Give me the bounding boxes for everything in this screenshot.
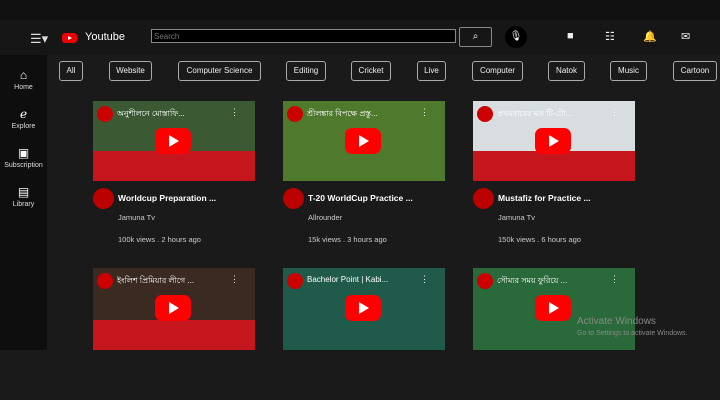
thumbnail-title: ইংলিশ প্রিমিয়ার লীগে ...	[117, 276, 195, 285]
channel-logo	[477, 273, 493, 289]
video-title[interactable]: Mustafiz for Practice ...	[498, 193, 591, 203]
sidebar-item-home[interactable]: ⌂ Home	[0, 68, 47, 91]
channel-logo	[97, 106, 113, 122]
video-card[interactable]: প্রথমবারের মত টি-টো... ⋮ Mustafiz for Pr…	[473, 101, 635, 244]
channel-name[interactable]: Jamuna Tv	[498, 213, 535, 222]
play-icon[interactable]	[535, 128, 571, 154]
chip-live[interactable]: Live	[417, 61, 446, 81]
chip-cartoon[interactable]: Cartoon	[673, 61, 717, 81]
play-icon[interactable]	[345, 295, 381, 321]
search-button[interactable]: ⌕	[459, 27, 492, 47]
thumbnail-banner	[473, 151, 635, 181]
thumbnail-title: Bachelor Point | Kabi...	[307, 275, 389, 284]
thumbnail-banner	[93, 320, 255, 350]
chip-cricket[interactable]: Cricket	[351, 61, 391, 81]
avatar[interactable]	[473, 188, 494, 209]
video-card[interactable]: সৌম্যর সময় ফুরিয়ে ... ⋮	[473, 268, 635, 350]
video-card[interactable]: অনুশীলনে মোস্তাফি... ⋮ Worldcup Preparat…	[93, 101, 255, 244]
video-card[interactable]: ইংলিশ প্রিমিয়ার লীগে ... ⋮	[93, 268, 255, 350]
channel-name[interactable]: Jamuna Tv	[118, 213, 155, 222]
bottom-area	[0, 350, 720, 400]
play-icon[interactable]	[155, 295, 191, 321]
mail-icon[interactable]: ✉	[681, 30, 690, 43]
more-options-icon[interactable]: ⋮	[610, 107, 619, 118]
sidebar: ⌂ Home ℯ Explore ▣ Subscription ▤ Library	[0, 55, 47, 350]
windows-watermark-title: Activate Windows	[577, 316, 656, 327]
channel-logo	[287, 273, 303, 289]
thumbnail-title: অনুশীলনে মোস্তাফি...	[117, 109, 185, 118]
chip-computer[interactable]: Computer	[472, 61, 523, 81]
avatar[interactable]	[283, 188, 304, 209]
sidebar-item-explore[interactable]: ℯ Explore	[0, 107, 47, 130]
brand-name[interactable]: Youtube	[85, 31, 125, 43]
video-thumbnail[interactable]: সৌম্যর সময় ফুরিয়ে ... ⋮	[473, 268, 635, 350]
sidebar-item-library[interactable]: ▤ Library	[0, 185, 47, 208]
video-title[interactable]: T-20 WorldCup Practice ...	[308, 193, 413, 203]
chip-computer-science[interactable]: Computer Science	[178, 61, 261, 81]
chip-website[interactable]: Website	[109, 61, 152, 81]
microphone-icon: 🎙	[509, 31, 523, 42]
channel-logo	[287, 106, 303, 122]
video-card[interactable]: Bachelor Point | Kabi... ⋮	[283, 268, 445, 350]
video-meta: 15k views . 3 hours ago	[308, 235, 387, 244]
more-options-icon[interactable]: ⋮	[420, 107, 429, 118]
play-icon[interactable]	[155, 128, 191, 154]
video-thumbnail[interactable]: ইংলিশ প্রিমিয়ার লীগে ... ⋮	[93, 268, 255, 350]
youtube-logo-icon[interactable]	[62, 33, 77, 43]
library-icon: ▤	[17, 185, 30, 199]
hamburger-menu-icon[interactable]: ☰▾	[30, 31, 48, 47]
subscription-icon: ▣	[17, 146, 30, 160]
explore-icon: ℯ	[19, 107, 28, 121]
play-icon[interactable]	[535, 295, 571, 321]
more-options-icon[interactable]: ⋮	[230, 107, 239, 118]
checklist-icon[interactable]: ☷	[605, 30, 615, 43]
channel-logo	[477, 106, 493, 122]
channel-name[interactable]: Allrounder	[308, 213, 342, 222]
play-icon[interactable]	[345, 128, 381, 154]
chip-music[interactable]: Music	[610, 61, 647, 81]
video-meta: 150k views . 6 hours ago	[498, 235, 581, 244]
video-thumbnail[interactable]: অনুশীলনে মোস্তাফি... ⋮	[93, 101, 255, 181]
home-icon: ⌂	[19, 68, 28, 82]
chip-editing[interactable]: Editing	[286, 61, 326, 81]
video-thumbnail[interactable]: প্রথমবারের মত টি-টো... ⋮	[473, 101, 635, 181]
video-card[interactable]: শ্রীলঙ্কার বিপক্ষে প্রস্তু... ⋮ T-20 Wor…	[283, 101, 445, 244]
microphone-button[interactable]: 🎙	[505, 26, 527, 48]
more-options-icon[interactable]: ⋮	[420, 274, 429, 285]
bell-icon[interactable]: 🔔	[643, 30, 657, 43]
sidebar-item-subscription[interactable]: ▣ Subscription	[0, 146, 47, 169]
video-title[interactable]: Worldcup Preparation ...	[118, 193, 216, 203]
thumbnail-title: সৌম্যর সময় ফুরিয়ে ...	[497, 276, 568, 285]
windows-watermark-text: Go to Settings to activate Windows.	[577, 330, 688, 337]
video-thumbnail[interactable]: শ্রীলঙ্কার বিপক্ষে প্রস্তু... ⋮	[283, 101, 445, 181]
thumbnail-banner	[93, 151, 255, 181]
search-input[interactable]	[151, 29, 456, 43]
more-options-icon[interactable]: ⋮	[230, 274, 239, 285]
avatar[interactable]	[93, 188, 114, 209]
video-meta: 100k views . 2 hours ago	[118, 235, 201, 244]
video-thumbnail[interactable]: Bachelor Point | Kabi... ⋮	[283, 268, 445, 350]
thumbnail-title: শ্রীলঙ্কার বিপক্ষে প্রস্তু...	[307, 109, 378, 118]
chip-all[interactable]: All	[59, 61, 83, 81]
more-options-icon[interactable]: ⋮	[610, 274, 619, 285]
channel-logo	[97, 273, 113, 289]
search-icon: ⌕	[472, 31, 479, 42]
camera-icon[interactable]: ■	[567, 30, 574, 42]
chip-natok[interactable]: Natok	[548, 61, 585, 81]
thumbnail-title: প্রথমবারের মত টি-টো...	[497, 109, 573, 118]
top-strip	[0, 0, 720, 20]
